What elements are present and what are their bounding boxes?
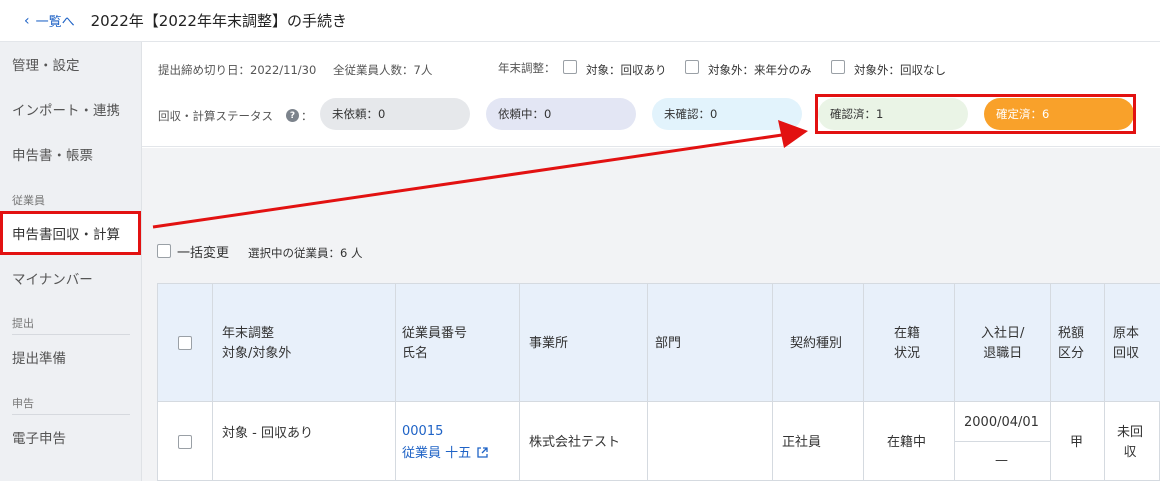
header-text: 原本 <box>1113 326 1140 341</box>
bulk-change-label: 一括変更 <box>177 246 230 261</box>
status-pill-requested[interactable]: 依頼中：0 <box>486 98 636 130</box>
top-bar: ‹ 一覧へ 2022年【2022年年末調整】の手続き <box>0 0 1160 42</box>
column-divider <box>954 284 955 481</box>
header-text: 状況 <box>894 346 921 361</box>
row-adjustment: 対象 - 回収あり <box>222 426 313 441</box>
header-office[interactable]: 事業所 <box>529 334 568 354</box>
header-text: 在籍 <box>894 326 921 341</box>
employee-number-link[interactable]: 00015 <box>402 422 443 442</box>
column-divider <box>1104 284 1105 481</box>
sidebar-item-submit-prep[interactable]: 提出準備 <box>0 343 141 371</box>
status-pill-label: 依頼中：0 <box>498 107 552 121</box>
status-pill-label: 未確認：0 <box>664 107 718 121</box>
row-original-text: 未回 <box>1117 425 1144 440</box>
column-divider <box>772 284 773 481</box>
status-colon: ： <box>301 109 313 123</box>
date-divider <box>955 441 1050 442</box>
sidebar-item-label: 申告書・帳票 <box>12 148 93 164</box>
status-pill-label: 未依頼：0 <box>332 107 386 121</box>
header-dates[interactable]: 入社日/ 退職日 <box>981 324 1024 364</box>
row-original-text: 収 <box>1123 445 1137 460</box>
selected-count-text: 選択中の従業員：6 人 <box>248 246 363 260</box>
back-label: 一覧へ <box>35 15 75 30</box>
header-contract[interactable]: 契約種別 <box>790 334 842 354</box>
sidebar-section-declare: 申告 <box>12 397 34 410</box>
option-target-label: 対象：回収あり <box>586 63 667 77</box>
sidebar-item-label: 申告書回収・計算 <box>12 227 120 243</box>
sidebar-item-settings[interactable]: 管理・設定 <box>0 50 141 78</box>
help-icon[interactable]: ? <box>286 109 299 122</box>
sidebar-item-collection[interactable]: 申告書回収・計算 <box>0 218 141 248</box>
employee-count-text: 全従業員人数：7人 <box>333 63 433 77</box>
back-to-list-link[interactable]: ‹ 一覧へ <box>24 11 75 31</box>
header-text: 区分 <box>1058 346 1085 361</box>
option-next-year-label: 対象外：来年分のみ <box>708 63 812 77</box>
header-text: 従業員番号 <box>402 326 468 341</box>
header-adjustment[interactable]: 年末調整 対象/対象外 <box>222 324 291 364</box>
sidebar-item-label: マイナンバー <box>12 272 93 288</box>
row-leave-date: — <box>995 453 1008 468</box>
employee-name-link[interactable]: 従業員 十五 <box>402 444 488 464</box>
sidebar-item-import[interactable]: インポート・連携 <box>0 95 141 123</box>
option-target-checkbox[interactable] <box>563 60 577 74</box>
column-divider <box>395 284 396 481</box>
header-status[interactable]: 在籍 状況 <box>894 324 920 364</box>
select-all-checkbox[interactable] <box>178 336 192 350</box>
option-none-checkbox[interactable] <box>831 60 845 74</box>
header-text: 入社日/ <box>981 326 1025 341</box>
page-title: 2022年【2022年年末調整】の手続き <box>90 12 347 30</box>
row-checkbox[interactable] <box>178 435 192 449</box>
option-none-label: 対象外：回収なし <box>854 63 946 77</box>
deadline-text: 提出締め切り日：2022/11/30 <box>158 63 317 77</box>
sidebar-item-mynumber[interactable]: マイナンバー <box>0 264 141 292</box>
header-text: 回収 <box>1113 346 1140 361</box>
column-divider <box>647 284 648 481</box>
sidebar-item-label: 電子申告 <box>12 431 66 447</box>
status-highlight-frame <box>815 94 1136 134</box>
employee-name: 従業員 十五 <box>402 446 472 461</box>
row-original: 未回 収 <box>1117 423 1143 463</box>
header-original[interactable]: 原本 回収 <box>1113 324 1139 364</box>
header-text: 退職日 <box>983 346 1023 361</box>
header-tax[interactable]: 税額 区分 <box>1058 324 1084 364</box>
status-pill-unconfirmed[interactable]: 未確認：0 <box>652 98 802 130</box>
column-divider <box>863 284 864 481</box>
header-text: 氏名 <box>402 346 429 361</box>
header-department[interactable]: 部門 <box>655 334 681 354</box>
status-label: 回収・計算ステータス <box>158 109 273 123</box>
header-text: 対象/対象外 <box>222 346 292 361</box>
option-next-year-checkbox[interactable] <box>685 60 699 74</box>
adjustment-label: 年末調整： <box>498 61 556 75</box>
status-pill-not-requested[interactable]: 未依頼：0 <box>320 98 470 130</box>
bulk-change-checkbox[interactable] <box>157 244 171 258</box>
sidebar-item-label: インポート・連携 <box>12 103 120 119</box>
sidebar-divider <box>12 414 130 415</box>
header-text: 税額 <box>1058 326 1085 341</box>
sidebar-item-label: 管理・設定 <box>12 58 80 74</box>
sidebar-item-e-filing[interactable]: 電子申告 <box>0 423 141 451</box>
sidebar-item-label: 提出準備 <box>12 351 66 367</box>
row-office: 株式会社テスト <box>529 435 621 450</box>
chevron-left-icon: ‹ <box>24 12 30 29</box>
header-text: 年末調整 <box>222 326 275 341</box>
external-link-icon <box>477 447 488 458</box>
row-contract: 正社員 <box>782 435 822 450</box>
column-divider <box>1050 284 1051 481</box>
sidebar-section-employee: 従業員 <box>12 194 45 207</box>
sidebar: 管理・設定 インポート・連携 申告書・帳票 従業員 申告書回収・計算 マイナンバ… <box>0 42 142 481</box>
row-tax: 甲 <box>1070 435 1084 450</box>
column-divider <box>519 284 520 481</box>
sidebar-item-forms[interactable]: 申告書・帳票 <box>0 140 141 168</box>
column-divider <box>212 284 213 481</box>
sidebar-section-submit: 提出 <box>12 317 34 330</box>
header-employee[interactable]: 従業員番号 氏名 <box>402 324 467 364</box>
sidebar-divider <box>12 334 130 335</box>
row-status: 在籍中 <box>887 435 927 450</box>
employee-table: 年末調整 対象/対象外 従業員番号 氏名 事業所 部門 契約種別 在籍 状況 入… <box>157 283 1160 481</box>
row-join-date: 2000/04/01 <box>964 415 1039 430</box>
